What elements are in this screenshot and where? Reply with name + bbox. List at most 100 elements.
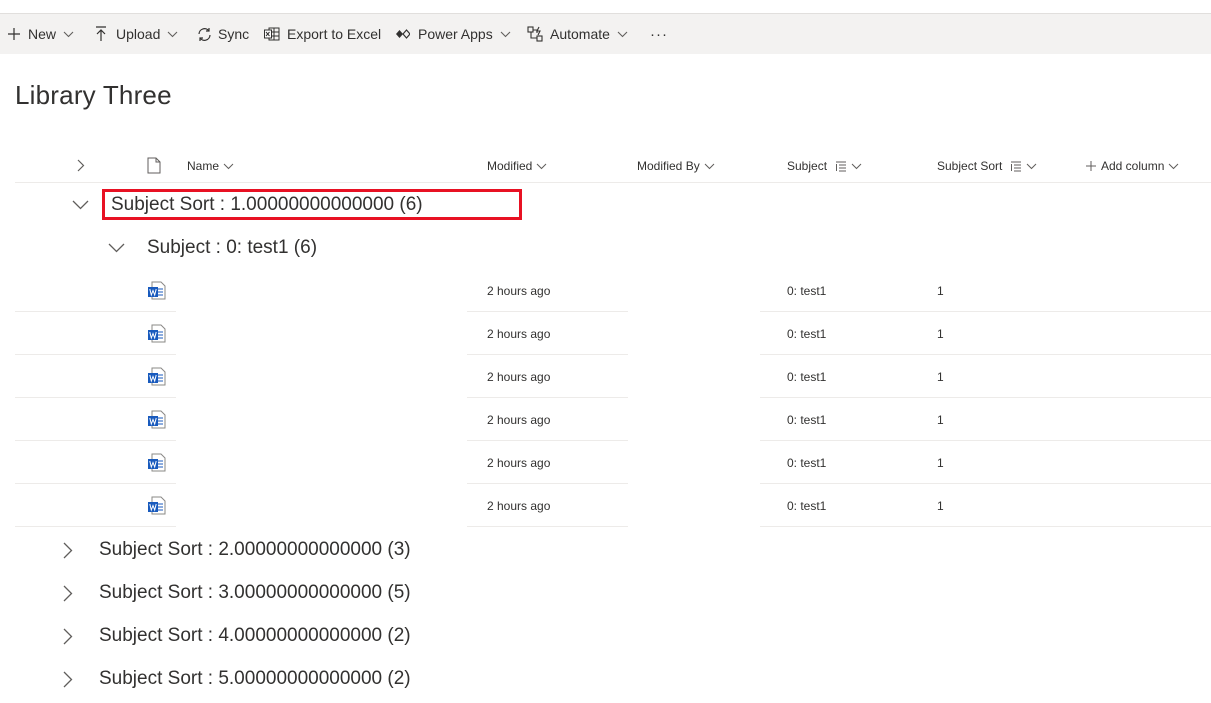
automate-icon — [527, 26, 543, 42]
table-row[interactable]: 2 hours ago 0: test1 1 — [0, 441, 1211, 484]
subject-cell: 0: test1 — [787, 326, 827, 341]
modified-cell: 2 hours ago — [487, 326, 551, 341]
new-button[interactable]: New — [7, 14, 74, 54]
top-strip — [0, 0, 1211, 12]
subject-sort-cell: 1 — [937, 326, 944, 341]
chevron-down-icon — [704, 163, 715, 169]
add-column-button[interactable]: Add column — [1086, 150, 1179, 182]
table-row[interactable]: 2 hours ago 0: test1 1 — [0, 398, 1211, 441]
word-icon — [148, 281, 166, 300]
subject-sort-cell: 1 — [937, 369, 944, 384]
page-title: Library Three — [15, 80, 172, 110]
subject-cell: 0: test1 — [787, 455, 827, 470]
file-icon — [147, 157, 161, 174]
column-subject-sort-label: Subject Sort — [937, 159, 1003, 173]
subgroup-header[interactable]: Subject : 0: test1 (6) — [108, 235, 317, 261]
more-icon: ··· — [650, 25, 668, 43]
column-header-modified[interactable]: Modified — [487, 150, 547, 182]
subject-cell: 0: test1 — [787, 412, 827, 427]
column-header-name[interactable]: Name — [187, 150, 234, 182]
chevron-down-icon — [72, 200, 89, 210]
upload-icon — [96, 26, 106, 41]
chevron-down-icon — [63, 31, 74, 37]
group-label: Subject Sort : 1.00000000000000 (6) — [111, 194, 423, 215]
table-row[interactable]: 2 hours ago 0: test1 1 — [0, 484, 1211, 527]
column-modified-label: Modified — [487, 159, 533, 173]
word-icon — [148, 367, 166, 386]
add-icon — [8, 28, 20, 40]
column-modified-by-label: Modified By — [637, 159, 700, 173]
automate-button[interactable]: Automate — [527, 14, 628, 54]
power-apps-button[interactable]: Power Apps — [396, 14, 511, 54]
export-label: Export to Excel — [287, 26, 382, 42]
chevron-down-icon — [108, 243, 125, 253]
column-header-subject[interactable]: Subject — [787, 150, 862, 182]
modified-cell: 2 hours ago — [487, 283, 551, 298]
row-divider — [467, 526, 628, 527]
row-divider — [760, 526, 1211, 527]
chevron-down-icon — [223, 163, 234, 169]
chevron-right-icon — [63, 585, 73, 601]
word-icon — [148, 324, 166, 343]
chevron-down-icon — [537, 163, 547, 169]
sync-button[interactable]: Sync — [196, 14, 249, 54]
group-label: Subject Sort : 4.00000000000000 (2) — [99, 625, 411, 646]
automate-label: Automate — [550, 26, 610, 42]
subject-sort-cell: 1 — [937, 283, 944, 298]
modified-cell: 2 hours ago — [487, 369, 551, 384]
column-header-subject-sort[interactable]: Subject Sort — [937, 150, 1037, 182]
column-name-label: Name — [187, 159, 220, 173]
row-divider — [15, 526, 176, 527]
upload-label: Upload — [116, 26, 161, 42]
command-bar: New Upload Sync Export to Excel Power Ap… — [0, 13, 1211, 54]
table-row[interactable]: 2 hours ago 0: test1 1 — [0, 269, 1211, 312]
export-to-excel-button[interactable]: Export to Excel — [264, 14, 381, 54]
modified-cell: 2 hours ago — [487, 455, 551, 470]
subject-cell: 0: test1 — [787, 369, 827, 384]
group-header-expanded[interactable]: Subject Sort : 1.00000000000000 (6) — [72, 192, 423, 218]
word-icon — [148, 410, 166, 429]
word-icon — [148, 496, 166, 515]
group-header-collapsed[interactable]: Subject Sort : 3.00000000000000 (5) — [63, 580, 411, 606]
chevron-right-icon — [63, 628, 73, 644]
add-column-label: Add column — [1101, 159, 1165, 173]
sync-icon — [198, 27, 211, 41]
chevron-down-icon — [500, 31, 511, 37]
chevron-down-icon — [617, 31, 628, 37]
subject-cell: 0: test1 — [787, 498, 827, 513]
column-header-modified-by[interactable]: Modified By — [637, 150, 715, 182]
chevron-right-icon — [63, 542, 73, 558]
group-header-collapsed[interactable]: Subject Sort : 2.00000000000000 (3) — [63, 537, 411, 563]
subject-sort-cell: 1 — [937, 455, 944, 470]
chevron-right-icon — [63, 671, 73, 687]
more-button[interactable]: ··· — [650, 14, 668, 54]
subject-cell: 0: test1 — [787, 283, 827, 298]
group-label: Subject Sort : 3.00000000000000 (5) — [99, 582, 411, 603]
group-header-collapsed[interactable]: Subject Sort : 4.00000000000000 (2) — [63, 623, 411, 649]
chevron-down-icon — [851, 163, 862, 169]
chevron-down-icon — [167, 31, 178, 37]
group-label: Subject Sort : 5.00000000000000 (2) — [99, 668, 411, 689]
subgroup-label: Subject : 0: test1 (6) — [147, 237, 318, 258]
chevron-down-icon — [1169, 163, 1179, 169]
expand-all-chevron-right-icon[interactable] — [77, 159, 85, 172]
new-label: New — [28, 26, 57, 42]
sort-icon — [836, 161, 847, 171]
chevron-down-icon — [1027, 163, 1037, 169]
modified-cell: 2 hours ago — [487, 412, 551, 427]
power-apps-icon — [396, 29, 410, 39]
group-label: Subject Sort : 2.00000000000000 (3) — [99, 539, 411, 560]
table-row[interactable]: 2 hours ago 0: test1 1 — [0, 312, 1211, 355]
column-subject-label: Subject — [787, 159, 828, 173]
power-apps-label: Power Apps — [418, 26, 493, 42]
sync-label: Sync — [218, 26, 250, 42]
excel-icon — [264, 27, 280, 41]
upload-button[interactable]: Upload — [95, 14, 178, 54]
table-row[interactable]: 2 hours ago 0: test1 1 — [0, 355, 1211, 398]
subject-sort-cell: 1 — [937, 498, 944, 513]
group-header-collapsed[interactable]: Subject Sort : 5.00000000000000 (2) — [63, 666, 411, 692]
add-icon — [1086, 161, 1096, 171]
modified-cell: 2 hours ago — [487, 498, 551, 513]
subject-sort-cell: 1 — [937, 412, 944, 427]
header-divider — [15, 182, 1211, 183]
